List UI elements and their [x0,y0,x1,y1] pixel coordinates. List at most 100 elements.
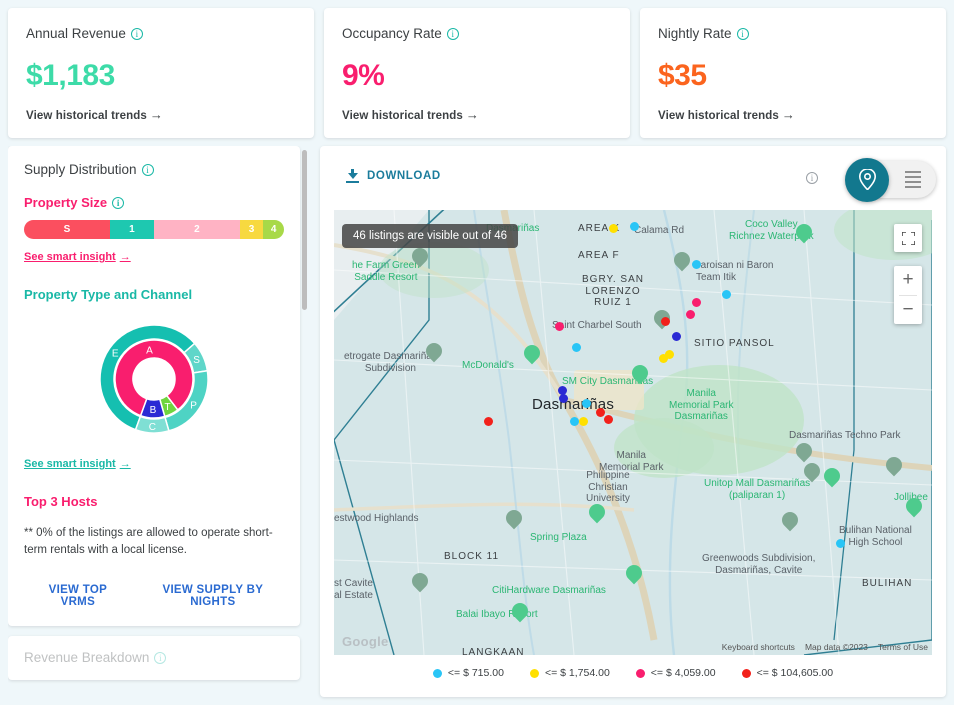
zoom-out-button[interactable]: − [894,296,922,325]
listing-dot[interactable] [692,260,701,269]
zoom-controls: + − [894,266,922,324]
view-supply-by-nights-button[interactable]: VIEW SUPPLY BY NIGHTS [142,584,284,608]
info-icon[interactable]: i [446,27,459,40]
legend-label: <= $ 4,059.00 [650,667,716,679]
listing-dot[interactable] [596,408,605,417]
property-size-segment-S[interactable]: S [24,220,110,239]
poi-pin[interactable] [792,439,816,465]
keyboard-shortcuts-link[interactable]: Keyboard shortcuts [722,642,795,652]
map-canvas[interactable]: DasmariñasAREA KCalama RdCoco ValleyRich… [334,210,932,655]
listing-dot[interactable] [661,317,670,326]
poi-pin[interactable] [408,244,432,270]
view-historical-trends-link[interactable]: View historical trends → [342,107,479,122]
view-historical-trends-link[interactable]: View historical trends → [26,107,163,122]
map-label: Saint Charbel South [552,320,642,331]
kpi-value: 9% [342,59,385,92]
poi-pin[interactable] [902,494,926,520]
poi-pin[interactable] [820,464,844,490]
supply-distribution-panel: Supply Distribution i Property Size i S1… [8,146,310,697]
poi-pin[interactable] [502,506,526,532]
top-hosts-heading: Top 3 Hosts [24,494,98,509]
legend-item[interactable]: <= $ 104,605.00 [741,667,833,679]
view-top-vrms-button[interactable]: VIEW TOP VRMS [32,584,124,608]
listing-dot[interactable] [672,332,681,341]
listing-dot[interactable] [559,394,568,403]
legend-item[interactable]: <= $ 1,754.00 [529,667,610,679]
listing-dot[interactable] [582,399,591,408]
property-size-smart-insight-link[interactable]: See smart insight → [24,251,131,263]
property-size-segment-4[interactable]: 4 [263,220,284,239]
fullscreen-button[interactable] [894,224,922,252]
panel-title: Supply Distribution i [24,162,284,177]
property-size-segment-1[interactable]: 1 [109,220,154,239]
map-label: Dasmariñas Techno Park [789,430,901,441]
info-icon[interactable]: i [806,172,818,184]
listing-dot[interactable] [630,222,639,231]
link-label: View historical trends [658,110,779,122]
map-label: BULIHAN [862,578,913,589]
link-label: View historical trends [26,110,147,122]
kpi-label: Nightly Rate [658,26,732,41]
info-icon[interactable]: i [112,196,125,209]
poi-pin[interactable] [508,599,532,625]
donut-label-C: C [149,422,156,433]
info-icon[interactable]: i [736,27,749,40]
panel-title: Revenue Breakdown i [24,650,284,665]
poi-pin[interactable] [792,220,816,246]
poi-pin[interactable] [408,569,432,595]
panel-scrollbar[interactable] [302,150,307,310]
donut-label-E: E [112,348,119,359]
poi-pin[interactable] [622,561,646,587]
map-view-toggle-button[interactable] [845,157,889,202]
listing-dot[interactable] [555,322,564,331]
revenue-breakdown-card[interactable]: Revenue Breakdown i [8,636,300,681]
poi-pin[interactable] [520,341,544,367]
property-size-bar[interactable]: S1234 [24,220,284,239]
arrow-right-icon: → [781,107,795,122]
listing-dot[interactable] [570,417,579,426]
property-size-segment-3[interactable]: 3 [239,220,264,239]
listing-dot[interactable] [836,539,845,548]
legend-item[interactable]: <= $ 715.00 [432,667,504,679]
listing-dot[interactable] [484,417,493,426]
listing-dot[interactable] [604,415,613,424]
kpi-label: Annual Revenue [26,26,126,41]
listing-dot[interactable] [686,310,695,319]
listing-dot[interactable] [722,290,731,299]
listing-dot[interactable] [572,343,581,352]
donut-label-B: B [150,405,157,416]
legend-item[interactable]: <= $ 4,059.00 [635,667,716,679]
map-label: Spring Plaza [530,532,587,543]
listing-dot[interactable] [692,298,701,307]
poi-pin[interactable] [800,459,824,485]
poi-pin[interactable] [882,453,906,479]
info-icon[interactable]: i [154,651,167,664]
property-type-donut-chart[interactable]: E S P C A TB [24,316,284,446]
info-icon[interactable]: i [130,27,143,40]
poi-pin[interactable] [670,248,694,274]
property-size-segment-2[interactable]: 2 [154,220,240,239]
map-data-copyright: Map data ©2023 [804,642,868,652]
fullscreen-icon [901,231,915,245]
listing-dot[interactable] [609,224,618,233]
map-panel: DOWNLOAD i AREA K Calama Rd Coco Valley … [320,146,946,697]
property-type-smart-insight-link[interactable]: See smart insight → [24,458,131,470]
poi-pin[interactable] [628,361,652,387]
legend-color-dot [432,668,442,678]
terms-of-use-link[interactable]: Terms of Use [878,642,928,652]
donut-label-A: A [146,345,153,356]
donut-label-P: P [190,400,197,411]
property-size-heading: Property Size i [24,195,284,210]
zoom-in-button[interactable]: + [894,266,922,295]
kpi-label: Occupancy Rate [342,26,442,41]
view-historical-trends-link[interactable]: View historical trends → [658,107,795,122]
download-button[interactable]: DOWNLOAD [346,169,441,183]
poi-pin[interactable] [778,508,802,534]
poi-pin[interactable] [422,339,446,365]
poi-pin[interactable] [585,500,609,526]
listing-dot[interactable] [659,354,668,363]
list-view-toggle-button[interactable] [889,171,936,188]
map-label: etrogate Dasmariñas Subdivision [344,351,437,374]
listing-dot[interactable] [579,417,588,426]
info-icon[interactable]: i [141,163,154,176]
